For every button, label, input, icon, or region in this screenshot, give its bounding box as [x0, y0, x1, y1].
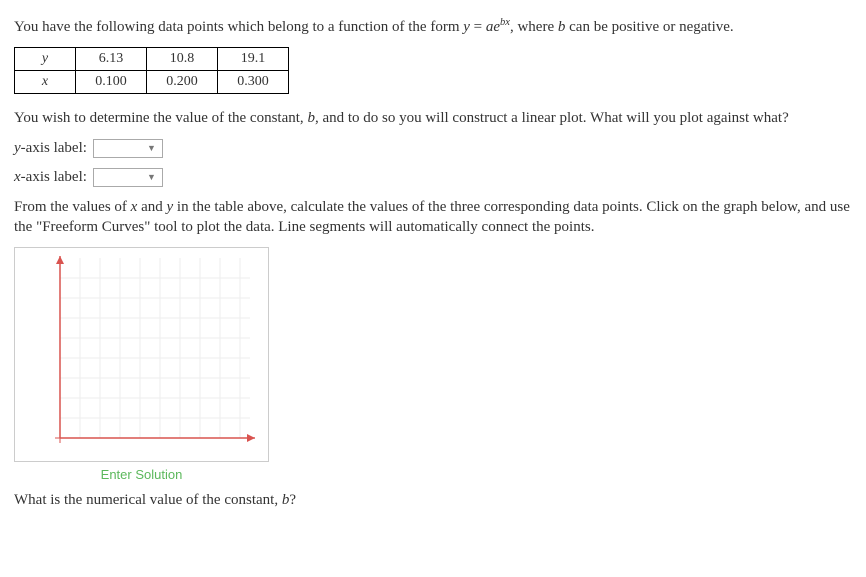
y-axis-label: y-axis label: — [14, 140, 87, 157]
equation-equals: = — [470, 19, 486, 35]
graph-canvas[interactable] — [14, 247, 269, 462]
intro-tail2: can be positive or negative. — [565, 19, 733, 35]
para2a: You wish to determine the value of the c… — [14, 110, 307, 126]
intro-tail: , where — [510, 19, 558, 35]
plot-instructions-paragraph: From the values of x and y in the table … — [14, 197, 852, 238]
graph-axes-icon — [15, 248, 268, 461]
y-axis-select[interactable] — [93, 139, 163, 158]
para2c: , and to do so you will construct a line… — [315, 110, 789, 126]
row-label-x: x — [15, 71, 76, 94]
intro-paragraph: You have the following data points which… — [14, 16, 852, 37]
y-axis-prefix: y — [14, 140, 21, 156]
final-question: What is the numerical value of the const… — [14, 490, 852, 510]
enter-solution-link[interactable]: Enter Solution — [101, 467, 183, 482]
x-axis-select[interactable] — [93, 168, 163, 187]
y-axis-suffix: -axis label: — [21, 140, 87, 156]
linear-plot-paragraph: You wish to determine the value of the c… — [14, 108, 852, 128]
data-table: y 6.13 10.8 19.1 x 0.100 0.200 0.300 — [14, 47, 289, 94]
row-label-y: y — [15, 48, 76, 71]
table-cell: 10.8 — [147, 48, 218, 71]
equation-y: y — [463, 19, 470, 35]
x-axis-row: x-axis label: — [14, 168, 852, 187]
x-axis-label: x-axis label: — [14, 169, 87, 186]
para3-and: and — [137, 199, 166, 215]
final-q-a: What is the numerical value of the const… — [14, 492, 282, 508]
table-row: x 0.100 0.200 0.300 — [15, 71, 289, 94]
graph-widget: Enter Solution — [14, 247, 269, 484]
table-row: y 6.13 10.8 19.1 — [15, 48, 289, 71]
y-axis-row: y-axis label: — [14, 139, 852, 158]
x-axis-prefix: x — [14, 169, 21, 185]
intro-text: You have the following data points which… — [14, 19, 463, 35]
table-cell: 0.100 — [76, 71, 147, 94]
enter-solution-row: Enter Solution — [14, 462, 269, 484]
table-cell: 0.300 — [218, 71, 289, 94]
equation-exponent: bx — [500, 17, 510, 28]
table-cell: 6.13 — [76, 48, 147, 71]
table-cell: 19.1 — [218, 48, 289, 71]
table-cell: 0.200 — [147, 71, 218, 94]
x-axis-suffix: -axis label: — [21, 169, 87, 185]
para3a: From the values of — [14, 199, 131, 215]
para2-b: b — [307, 110, 315, 126]
final-q-c: ? — [289, 492, 296, 508]
